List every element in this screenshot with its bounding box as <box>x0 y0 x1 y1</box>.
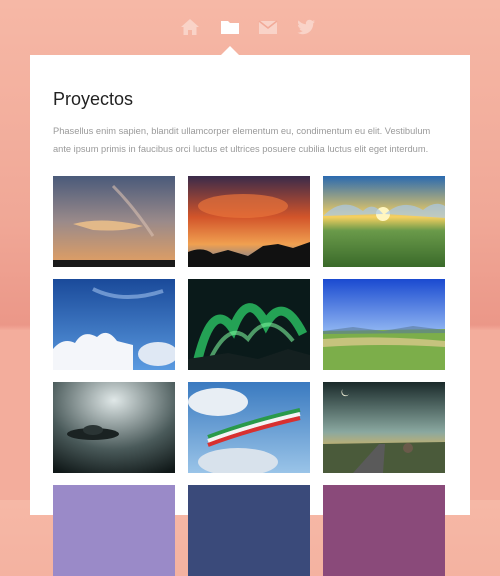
nav-folder-button[interactable] <box>216 14 244 40</box>
sunrise-valley-image <box>323 176 445 267</box>
blue-sky-clouds-image <box>53 279 175 370</box>
sunset-sky-image <box>53 176 175 267</box>
fiery-clouds-image <box>188 176 310 267</box>
active-tab-pointer <box>221 46 239 55</box>
page-description: Phasellus enim sapien, blandit ullamcorp… <box>53 126 431 154</box>
page-title: Proyectos <box>53 89 134 109</box>
nav-home-button[interactable] <box>176 14 204 40</box>
mail-icon <box>258 20 278 34</box>
home-icon <box>181 19 199 35</box>
ufo-storm-image <box>53 382 175 473</box>
purple-sky-image <box>53 485 175 576</box>
night-road-image <box>323 382 445 473</box>
gallery-item-row4-3[interactable] <box>323 485 445 576</box>
gallery-item-blue-sky-clouds[interactable] <box>53 279 175 370</box>
dark-blue-sky-image <box>188 485 310 576</box>
gallery-item-green-field[interactable] <box>323 279 445 370</box>
gallery-item-row4-2[interactable] <box>188 485 310 576</box>
dusk-sky-image <box>323 485 445 576</box>
nav-twitter-button[interactable] <box>292 14 320 40</box>
gallery-item-row4-1[interactable] <box>53 485 175 576</box>
top-navigation <box>0 14 500 40</box>
gallery-item-night-road[interactable] <box>323 382 445 473</box>
gallery-item-flag-smoke[interactable] <box>188 382 310 473</box>
projects-panel: Proyectos Phasellus enim sapien, blandit… <box>30 55 470 576</box>
gallery-item-sunrise-valley[interactable] <box>323 176 445 267</box>
gallery-item-aurora[interactable] <box>188 279 310 370</box>
gallery-item-fiery-clouds[interactable] <box>188 176 310 267</box>
nav-mail-button[interactable] <box>254 14 282 40</box>
folder-icon <box>221 21 239 34</box>
aurora-image <box>188 279 310 370</box>
gallery-item-sunset-sky[interactable] <box>53 176 175 267</box>
flag-smoke-image <box>188 382 310 473</box>
green-field-image <box>323 279 445 370</box>
twitter-icon <box>297 19 315 35</box>
gallery-item-ufo-storm[interactable] <box>53 382 175 473</box>
